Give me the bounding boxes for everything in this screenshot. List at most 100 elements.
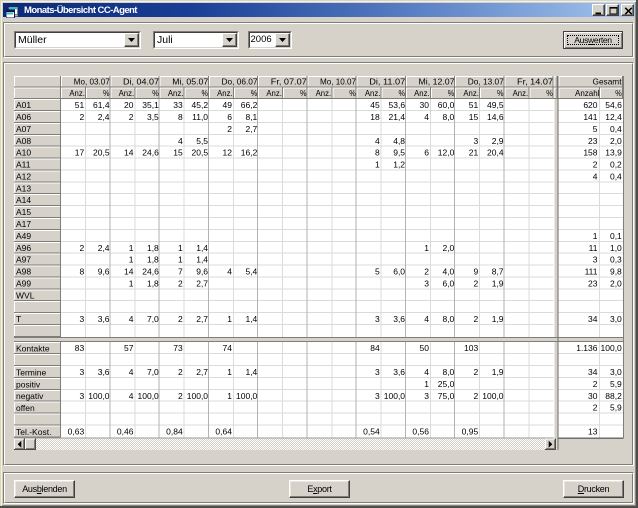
svg-text:Do, 06.07: Do, 06.07 bbox=[222, 76, 258, 86]
svg-text:Anz.: Anz. bbox=[217, 88, 233, 98]
svg-text:75,0: 75,0 bbox=[438, 391, 455, 401]
svg-text:2: 2 bbox=[424, 267, 429, 277]
svg-text:Mi, 12.07: Mi, 12.07 bbox=[419, 76, 455, 86]
svg-text:1,4: 1,4 bbox=[196, 255, 208, 265]
svg-text:1: 1 bbox=[178, 243, 183, 253]
svg-text:1: 1 bbox=[375, 160, 380, 170]
svg-text:1: 1 bbox=[424, 379, 429, 389]
svg-text:100,0: 100,0 bbox=[236, 391, 258, 401]
svg-text:111: 111 bbox=[585, 267, 598, 277]
svg-text:8,1: 8,1 bbox=[245, 112, 257, 122]
svg-text:Anz.: Anz. bbox=[316, 88, 332, 98]
svg-text:2: 2 bbox=[227, 124, 232, 134]
svg-text:A14: A14 bbox=[16, 195, 31, 205]
svg-text:51: 51 bbox=[469, 100, 479, 110]
svg-text:6: 6 bbox=[227, 112, 232, 122]
svg-text:1,4: 1,4 bbox=[196, 243, 208, 253]
svg-text:0,1: 0,1 bbox=[610, 231, 622, 241]
svg-text:14: 14 bbox=[124, 148, 134, 158]
svg-text:45: 45 bbox=[370, 100, 380, 110]
svg-text:2: 2 bbox=[593, 403, 598, 413]
svg-text:3,0: 3,0 bbox=[610, 367, 622, 377]
svg-text:49,5: 49,5 bbox=[487, 100, 504, 110]
svg-text:100,0: 100,0 bbox=[88, 391, 110, 401]
svg-text:5,4: 5,4 bbox=[245, 267, 257, 277]
svg-text:5: 5 bbox=[593, 124, 598, 134]
svg-text:A97: A97 bbox=[16, 255, 31, 265]
svg-text:100,0: 100,0 bbox=[601, 343, 623, 353]
svg-text:16,2: 16,2 bbox=[241, 148, 258, 158]
svg-text:Gesamt: Gesamt bbox=[593, 76, 623, 86]
svg-text:A07: A07 bbox=[16, 124, 31, 134]
svg-text:1.136: 1.136 bbox=[576, 343, 598, 353]
svg-text:3: 3 bbox=[375, 367, 380, 377]
svg-text:4,0: 4,0 bbox=[442, 267, 454, 277]
svg-text:84: 84 bbox=[370, 343, 380, 353]
svg-text:4: 4 bbox=[178, 136, 183, 146]
svg-text:Mo, 10.07: Mo, 10.07 bbox=[320, 76, 356, 86]
svg-text:T: T bbox=[16, 314, 21, 324]
svg-text:2: 2 bbox=[79, 243, 84, 253]
svg-text:11: 11 bbox=[589, 243, 598, 253]
svg-text:1,8: 1,8 bbox=[147, 255, 159, 265]
svg-text:8: 8 bbox=[79, 267, 84, 277]
svg-text:2: 2 bbox=[473, 314, 478, 324]
svg-text:2,7: 2,7 bbox=[196, 314, 208, 324]
svg-text:1,9: 1,9 bbox=[492, 278, 504, 288]
svg-text:1: 1 bbox=[593, 231, 598, 241]
svg-text:Termine: Termine bbox=[16, 367, 47, 377]
svg-text:4,8: 4,8 bbox=[393, 136, 405, 146]
svg-text:2: 2 bbox=[473, 391, 478, 401]
svg-text:6: 6 bbox=[424, 148, 429, 158]
svg-text:6,0: 6,0 bbox=[393, 267, 405, 277]
svg-text:9,5: 9,5 bbox=[393, 148, 405, 158]
svg-text:8: 8 bbox=[375, 148, 380, 158]
svg-text:8,0: 8,0 bbox=[442, 367, 454, 377]
svg-text:0,46: 0,46 bbox=[117, 427, 134, 437]
svg-text:A11: A11 bbox=[16, 160, 31, 170]
svg-text:3: 3 bbox=[79, 367, 84, 377]
svg-text:2,9: 2,9 bbox=[492, 136, 504, 146]
svg-text:Mi, 05.07: Mi, 05.07 bbox=[172, 76, 208, 86]
svg-text:21: 21 bbox=[469, 148, 479, 158]
svg-text:24,6: 24,6 bbox=[142, 267, 159, 277]
svg-text:13,9: 13,9 bbox=[605, 148, 622, 158]
svg-text:3: 3 bbox=[424, 391, 429, 401]
svg-text:8,0: 8,0 bbox=[442, 314, 454, 324]
svg-text:1: 1 bbox=[227, 314, 232, 324]
svg-text:4: 4 bbox=[227, 267, 232, 277]
svg-text:30: 30 bbox=[588, 391, 598, 401]
svg-text:23: 23 bbox=[588, 278, 598, 288]
svg-text:2,0: 2,0 bbox=[610, 278, 622, 288]
svg-text:1,4: 1,4 bbox=[245, 367, 257, 377]
svg-text:9,6: 9,6 bbox=[98, 267, 110, 277]
svg-text:51: 51 bbox=[75, 100, 85, 110]
svg-text:0,64: 0,64 bbox=[215, 427, 232, 437]
svg-text:%: % bbox=[152, 88, 159, 98]
svg-text:66,2: 66,2 bbox=[241, 100, 258, 110]
svg-text:Anz.: Anz. bbox=[119, 88, 135, 98]
svg-text:Mo, 03.07: Mo, 03.07 bbox=[74, 76, 110, 86]
svg-text:33: 33 bbox=[173, 100, 183, 110]
svg-text:34: 34 bbox=[588, 367, 598, 377]
svg-text:Anz.: Anz. bbox=[513, 88, 529, 98]
svg-text:100,0: 100,0 bbox=[384, 391, 406, 401]
svg-text:1: 1 bbox=[227, 391, 232, 401]
svg-text:A96: A96 bbox=[16, 243, 31, 253]
svg-text:12,4: 12,4 bbox=[605, 112, 622, 122]
svg-text:%: % bbox=[300, 88, 307, 98]
svg-text:2,0: 2,0 bbox=[442, 243, 454, 253]
svg-text:A49: A49 bbox=[16, 231, 31, 241]
svg-text:9: 9 bbox=[473, 267, 478, 277]
svg-text:7,0: 7,0 bbox=[147, 367, 159, 377]
svg-text:A06: A06 bbox=[16, 112, 31, 122]
svg-text:A98: A98 bbox=[16, 267, 31, 277]
svg-text:5,9: 5,9 bbox=[610, 379, 622, 389]
svg-text:Anz.: Anz. bbox=[365, 88, 381, 98]
svg-text:Anz.: Anz. bbox=[69, 88, 85, 98]
svg-text:1,2: 1,2 bbox=[393, 160, 405, 170]
svg-text:Fr, 07.07: Fr, 07.07 bbox=[271, 76, 307, 86]
svg-text:A99: A99 bbox=[16, 278, 31, 288]
svg-text:60,0: 60,0 bbox=[438, 100, 455, 110]
svg-text:%: % bbox=[448, 88, 455, 98]
